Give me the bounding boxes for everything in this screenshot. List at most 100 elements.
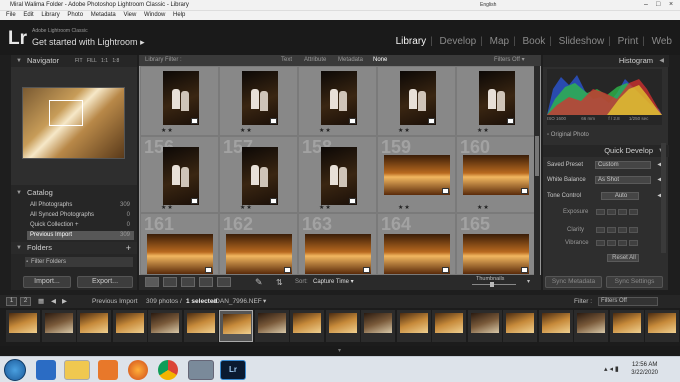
export-button[interactable]: Export... bbox=[77, 276, 133, 288]
sort-dropdown[interactable]: Capture Time ▾ bbox=[313, 275, 354, 290]
catalog-header[interactable]: ▼ Catalog bbox=[11, 187, 137, 199]
folder-filter-field[interactable]: ▪ Filter Folders bbox=[25, 257, 133, 267]
app-icon[interactable] bbox=[188, 360, 214, 380]
module-library[interactable]: Library bbox=[396, 36, 427, 47]
filmstrip-thumbnail[interactable] bbox=[467, 310, 502, 342]
edit-badge-icon[interactable] bbox=[349, 198, 356, 204]
lightroom-icon[interactable]: Lr bbox=[220, 360, 246, 380]
catalog-item-previous-import[interactable]: Previous Import 309 bbox=[27, 231, 134, 240]
zoom-fill[interactable]: FILL bbox=[87, 58, 97, 64]
zoom-fit[interactable]: FIT bbox=[75, 58, 82, 64]
rating-stars[interactable]: ★★ bbox=[398, 204, 411, 211]
clarity-increase-small[interactable] bbox=[618, 227, 627, 233]
rating-stars[interactable]: ★★ bbox=[319, 127, 332, 134]
rating-stars[interactable]: ★★ bbox=[477, 204, 490, 211]
edit-badge-icon[interactable] bbox=[205, 267, 212, 273]
filmstrip-thumbnail[interactable] bbox=[609, 310, 644, 342]
edit-badge-icon[interactable] bbox=[442, 267, 449, 273]
edit-badge-icon[interactable] bbox=[349, 118, 356, 124]
photo-thumbnail[interactable] bbox=[147, 234, 213, 274]
menu-photo[interactable]: Photo bbox=[67, 12, 83, 18]
menu-metadata[interactable]: Metadata bbox=[91, 12, 116, 18]
rating-stars[interactable]: ★★ bbox=[240, 127, 253, 134]
photo-thumbnail[interactable] bbox=[163, 147, 199, 205]
collapse-triangle-icon[interactable]: ◀ bbox=[659, 55, 664, 67]
grid-cell[interactable]: 162 bbox=[219, 213, 298, 275]
photo-thumbnail[interactable] bbox=[384, 155, 450, 195]
right-panel-scrollbar[interactable] bbox=[661, 143, 666, 253]
survey-view-icon[interactable] bbox=[199, 277, 213, 287]
filmstrip-thumbnail[interactable] bbox=[396, 310, 431, 342]
grid-cell[interactable]: 160 ★★ bbox=[456, 136, 535, 213]
filmstrip-thumbnail[interactable] bbox=[77, 310, 111, 342]
filmstrip-thumbnail[interactable] bbox=[574, 310, 608, 342]
vibrance-increase-large[interactable] bbox=[629, 240, 638, 246]
forward-arrow-icon[interactable]: ▶ bbox=[62, 295, 67, 308]
auto-tone-button[interactable]: Auto bbox=[601, 192, 639, 200]
edit-badge-icon[interactable] bbox=[428, 118, 435, 124]
rating-stars[interactable]: ★★ bbox=[240, 204, 253, 211]
collapse-triangle-icon[interactable]: ▼ bbox=[16, 55, 22, 67]
catalog-item-all-photographs[interactable]: All Photographs 309 bbox=[27, 201, 134, 210]
grid-cell[interactable]: 163 bbox=[298, 213, 377, 275]
filter-text[interactable]: Text bbox=[281, 55, 292, 66]
sync-metadata-button[interactable]: Sync Metadata bbox=[545, 276, 602, 288]
import-button[interactable]: Import... bbox=[23, 276, 71, 288]
grid-cell[interactable]: ★★ bbox=[219, 66, 298, 136]
photo-thumbnail[interactable] bbox=[226, 234, 292, 274]
collapse-triangle-icon[interactable]: ▼ bbox=[16, 187, 22, 199]
edit-badge-icon[interactable] bbox=[521, 267, 528, 273]
photo-thumbnail[interactable] bbox=[242, 71, 278, 125]
zoom-1-1[interactable]: 1:1 bbox=[101, 58, 108, 64]
filmstrip-thumbnail[interactable] bbox=[41, 310, 76, 342]
filters-off-dropdown[interactable]: Filters Off ▾ bbox=[494, 55, 525, 66]
saved-preset-dropdown[interactable]: Custom bbox=[595, 161, 651, 169]
filter-metadata[interactable]: Metadata bbox=[338, 55, 363, 66]
module-map[interactable]: Map bbox=[490, 36, 509, 47]
clarity-decrease-large[interactable] bbox=[596, 227, 605, 233]
exposure-decrease-small[interactable] bbox=[607, 209, 616, 215]
edit-badge-icon[interactable] bbox=[507, 118, 514, 124]
chrome-icon[interactable] bbox=[158, 360, 178, 380]
grid-cell[interactable]: ★★ bbox=[456, 66, 535, 136]
navigator-header[interactable]: ▼ Navigator FIT FILL 1:1 1:8 bbox=[11, 55, 137, 67]
grid-cell[interactable]: 161 bbox=[140, 213, 219, 275]
filmstrip[interactable] bbox=[0, 308, 680, 346]
firefox-icon[interactable] bbox=[128, 360, 148, 380]
loupe-view-icon[interactable] bbox=[163, 277, 177, 287]
people-view-icon[interactable] bbox=[217, 277, 231, 287]
photo-thumbnail[interactable] bbox=[384, 234, 450, 274]
add-folder-icon[interactable]: + bbox=[126, 242, 131, 254]
maximize-icon[interactable]: □ bbox=[656, 0, 660, 10]
clarity-increase-large[interactable] bbox=[629, 227, 638, 233]
media-player-icon[interactable] bbox=[98, 360, 118, 380]
edit-badge-icon[interactable] bbox=[191, 118, 198, 124]
ie-icon[interactable] bbox=[36, 360, 56, 380]
collapse-triangle-icon[interactable]: ▼ bbox=[16, 242, 22, 254]
edit-badge-icon[interactable] bbox=[270, 118, 277, 124]
photo-thumbnail[interactable] bbox=[463, 234, 529, 274]
filmstrip-thumbnail[interactable] bbox=[219, 310, 253, 342]
exposure-increase-large[interactable] bbox=[629, 209, 638, 215]
photo-thumbnail[interactable] bbox=[479, 71, 515, 125]
exposure-increase-small[interactable] bbox=[618, 209, 627, 215]
painter-icon[interactable]: ✎ bbox=[255, 275, 263, 290]
rating-stars[interactable]: ★★ bbox=[398, 127, 411, 134]
grid-cell[interactable]: ★★ bbox=[377, 66, 456, 136]
histogram-header[interactable]: Histogram ◀ bbox=[543, 55, 669, 67]
clarity-decrease-small[interactable] bbox=[607, 227, 616, 233]
folders-header[interactable]: ▼ Folders + bbox=[11, 242, 137, 254]
photo-thumbnail[interactable] bbox=[163, 71, 199, 125]
page-1-button[interactable]: 1 bbox=[6, 297, 17, 306]
filmstrip-thumbnail[interactable] bbox=[645, 310, 679, 342]
grid-cell[interactable]: 156 ★★ bbox=[140, 136, 219, 213]
rating-stars[interactable]: ★★ bbox=[161, 127, 174, 134]
get-started-link[interactable]: Get started with Lightroom ▸ bbox=[32, 37, 145, 48]
filmstrip-filter-dropdown[interactable]: Filters Off bbox=[598, 297, 658, 306]
filmstrip-thumbnail[interactable] bbox=[503, 310, 537, 342]
menu-view[interactable]: View bbox=[123, 12, 136, 18]
toolbar-menu-icon[interactable]: ▾ bbox=[527, 275, 530, 290]
minimize-icon[interactable]: – bbox=[644, 0, 648, 10]
filmstrip-thumbnail[interactable] bbox=[290, 310, 324, 342]
grid-cell[interactable]: 157 ★★ bbox=[219, 136, 298, 213]
